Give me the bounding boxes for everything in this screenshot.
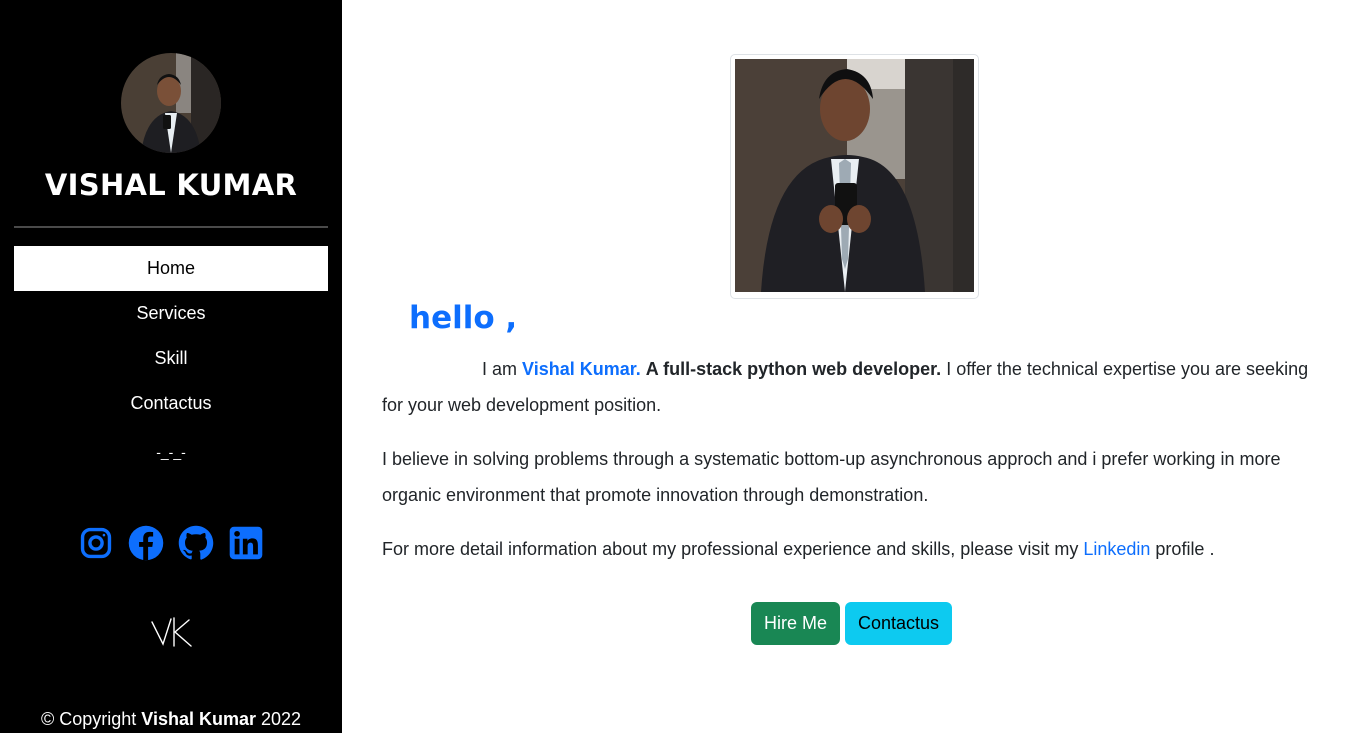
linkedin-link[interactable]: Linkedin bbox=[1083, 539, 1150, 559]
intro-name: Vishal Kumar. bbox=[522, 359, 641, 379]
linkedin-paragraph-lead: For more detail information about my pro… bbox=[382, 539, 1079, 559]
vk-logo bbox=[147, 613, 195, 651]
facebook-icon[interactable] bbox=[128, 523, 164, 563]
nav-extra-decoration: -_-_- bbox=[156, 444, 186, 460]
nav-item-contactus[interactable]: Contactus bbox=[14, 381, 328, 426]
profile-photo bbox=[730, 54, 979, 299]
linkedin-paragraph: For more detail information about my pro… bbox=[382, 531, 1322, 567]
nav-item-home[interactable]: Home bbox=[14, 246, 328, 291]
linkedin-icon[interactable] bbox=[228, 523, 264, 563]
sidebar-divider bbox=[14, 226, 328, 228]
copyright-prefix: © Copyright bbox=[40, 709, 137, 729]
copyright-year: 2022 bbox=[261, 709, 302, 729]
sidebar-nav: Home Services Skill Contactus bbox=[14, 246, 328, 426]
avatar bbox=[121, 53, 221, 153]
approach-paragraph: I believe in solving problems through a … bbox=[382, 449, 1281, 505]
instagram-icon[interactable] bbox=[78, 523, 114, 563]
sidebar: VISHAL KUMAR Home Services Skill Contact… bbox=[0, 0, 342, 733]
linkedin-paragraph-tail: profile . bbox=[1155, 539, 1215, 559]
copyright: © Copyright Vishal Kumar 2022 bbox=[0, 709, 342, 730]
main-content: hello , I am Vishal Kumar. A full-stack … bbox=[342, 0, 1366, 733]
github-icon[interactable] bbox=[178, 523, 214, 563]
greeting-heading: hello , bbox=[409, 300, 518, 336]
contactus-button[interactable]: Contactus bbox=[845, 602, 953, 645]
cta-buttons: Hire Me Contactus bbox=[751, 602, 953, 645]
copyright-name: Vishal Kumar bbox=[141, 709, 256, 729]
social-links bbox=[0, 523, 342, 563]
intro-title: A full-stack python web developer. bbox=[645, 359, 942, 379]
nav-item-services[interactable]: Services bbox=[14, 291, 328, 336]
site-name: VISHAL KUMAR bbox=[44, 168, 298, 202]
nav-item-skill[interactable]: Skill bbox=[14, 336, 328, 381]
hire-me-button[interactable]: Hire Me bbox=[751, 602, 841, 645]
intro-paragraph: I am Vishal Kumar. A full-stack python w… bbox=[382, 351, 1322, 423]
intro-lead: I am bbox=[482, 359, 518, 379]
